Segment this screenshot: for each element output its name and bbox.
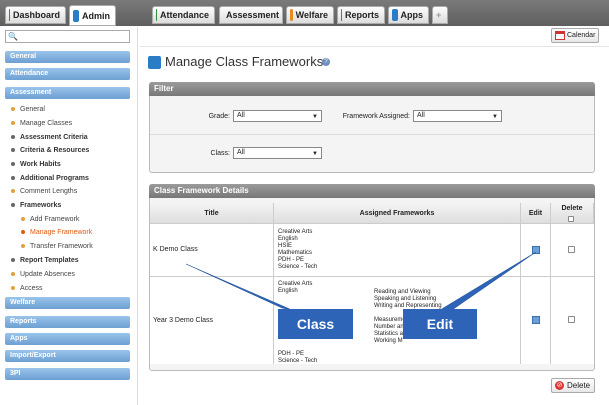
edit-callout-arrow: [439, 251, 537, 311]
class-callout-arrow: [185, 263, 293, 311]
edit-callout: Edit: [403, 309, 477, 339]
callout-arrows: [185, 251, 537, 311]
class-callout: Class: [278, 309, 353, 339]
